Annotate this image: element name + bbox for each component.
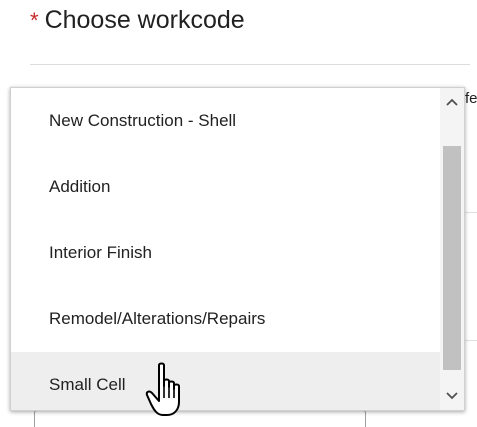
scroll-up-arrow-icon[interactable] <box>440 90 464 114</box>
scrollbar-thumb[interactable] <box>443 146 461 370</box>
workcode-dropdown[interactable]: New Construction - Shell Addition Interi… <box>10 87 465 411</box>
option-new-construction-shell[interactable]: New Construction - Shell <box>11 88 440 154</box>
scrollbar[interactable] <box>440 88 464 410</box>
field-label-text: Choose workcode <box>44 6 245 34</box>
option-addition[interactable]: Addition <box>11 154 440 220</box>
option-small-cell[interactable]: Small Cell <box>11 352 440 410</box>
background-field-text: fe <box>465 90 477 107</box>
field-label: * Choose workcode <box>30 6 245 35</box>
option-remodel-alterations-repairs[interactable]: Remodel/Alterations/Repairs <box>11 286 440 352</box>
option-interior-finish[interactable]: Interior Finish <box>11 220 440 286</box>
required-marker: * <box>30 8 39 33</box>
scroll-down-arrow-icon[interactable] <box>440 384 464 408</box>
divider <box>30 64 470 65</box>
option-list: New Construction - Shell Addition Interi… <box>11 88 440 410</box>
underlying-select-box <box>34 410 366 427</box>
